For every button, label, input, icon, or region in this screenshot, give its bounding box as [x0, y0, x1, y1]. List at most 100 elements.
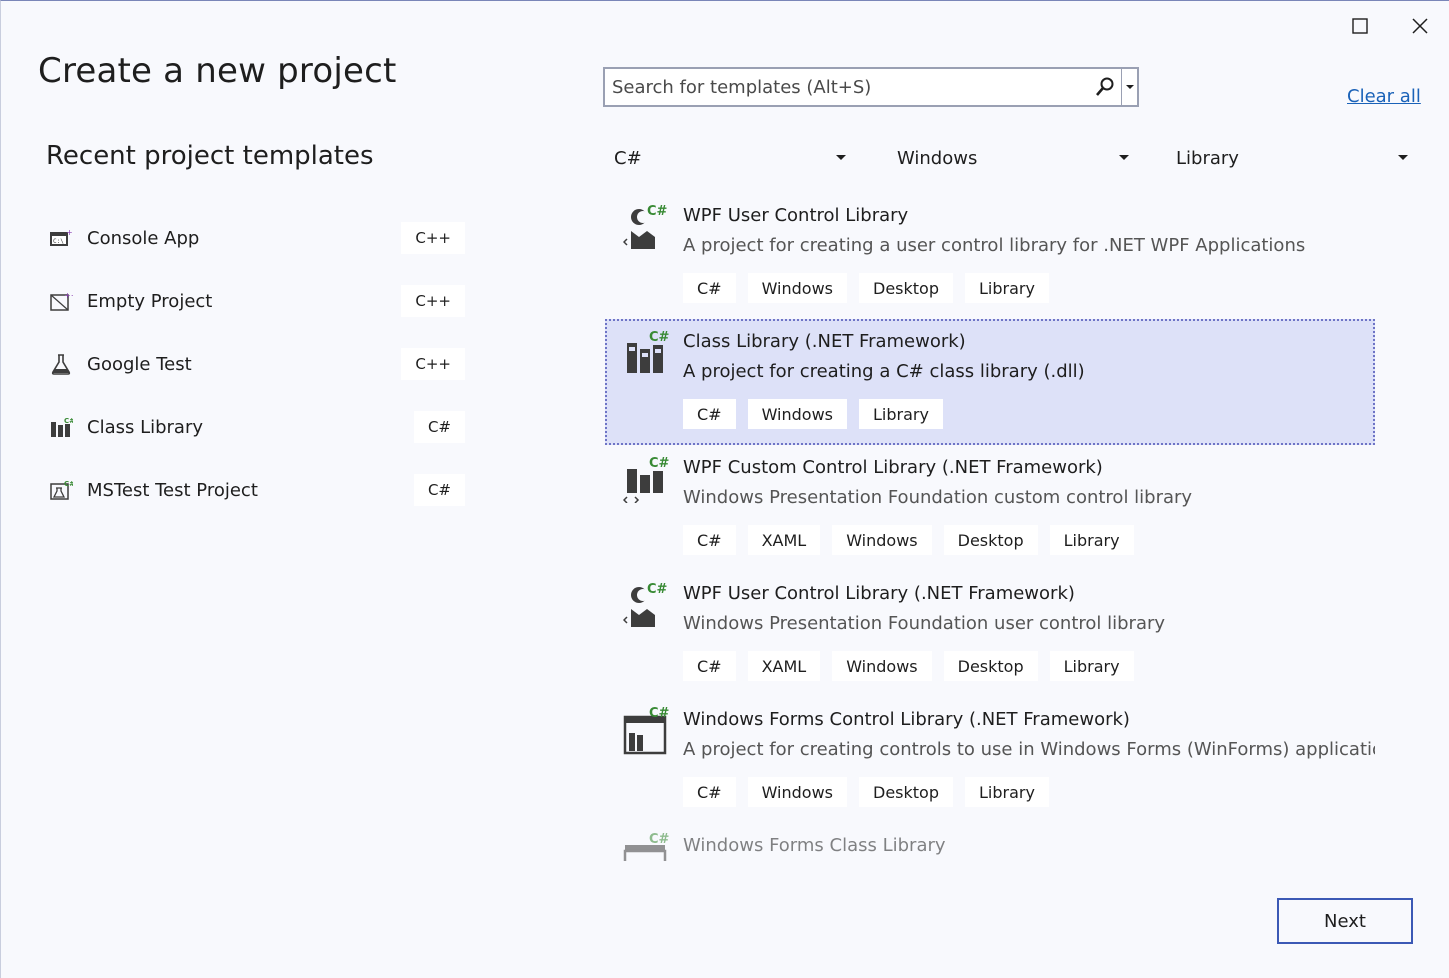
svg-text:C#: C#	[649, 330, 670, 345]
platform-filter[interactable]: Windows	[887, 140, 1137, 176]
template-name: WPF Custom Control Library (.NET Framewo…	[683, 457, 1103, 478]
template-name: WPF User Control Library (.NET Framework…	[683, 583, 1075, 604]
template-description: Windows Presentation Foundation user con…	[683, 613, 1166, 634]
flask-icon	[49, 352, 73, 376]
class-library-icon: C#	[49, 415, 73, 439]
wpf-custom-control-icon: C#	[623, 456, 670, 503]
language-badge: C++	[401, 285, 465, 317]
maximize-button[interactable]	[1337, 3, 1383, 49]
tag: C#	[683, 651, 736, 681]
recent-item-google-test[interactable]: Google Test C++	[45, 338, 469, 390]
recent-item-empty-project[interactable]: ++ Empty Project C++	[45, 275, 469, 327]
next-button[interactable]: Next	[1277, 898, 1413, 944]
wpf-user-control-icon: C#	[623, 582, 668, 627]
tag: Library	[1049, 525, 1134, 555]
winforms-control-icon: C#	[623, 707, 670, 755]
tag: Library	[964, 777, 1049, 807]
language-badge: C++	[401, 348, 465, 380]
tag-list: C# Windows Library	[683, 399, 1375, 429]
chevron-down-icon	[1125, 85, 1134, 89]
template-item[interactable]: C# WPF User Control Library A project fo…	[605, 193, 1375, 319]
language-badge: C#	[413, 474, 465, 506]
svg-text:C#: C#	[647, 204, 668, 219]
template-name: Windows Forms Control Library (.NET Fram…	[683, 709, 1130, 730]
tag-list: C# Windows Desktop Library	[683, 777, 1375, 807]
template-description: A project for creating a user control li…	[683, 235, 1306, 256]
svg-text:C#: C#	[64, 417, 73, 425]
tag-list: C# XAML Windows Desktop Library	[683, 651, 1375, 681]
template-item-selected[interactable]: C# Class Library (.NET Framework) A proj…	[605, 319, 1375, 445]
svg-text:++: ++	[64, 291, 73, 300]
page-title: Create a new project	[38, 51, 397, 91]
tag: Windows	[747, 777, 847, 807]
tag: Windows	[747, 273, 847, 303]
tag: Windows	[747, 399, 847, 429]
search-icon	[1096, 77, 1114, 96]
recent-item-label: Google Test	[87, 353, 192, 375]
svg-text:C#: C#	[649, 456, 670, 471]
tag: Desktop	[943, 651, 1038, 681]
tag: Library	[859, 399, 943, 429]
chevron-down-icon	[1398, 155, 1408, 160]
recent-item-label: Console App	[87, 227, 200, 249]
svg-text:C#: C#	[649, 833, 670, 847]
recent-item-class-library[interactable]: C# Class Library C#	[45, 401, 469, 453]
recent-item-mstest-project[interactable]: C# MSTest Test Project C#	[45, 464, 469, 516]
chevron-down-icon	[836, 155, 846, 160]
template-name: WPF User Control Library	[683, 205, 909, 226]
chevron-down-icon	[1119, 155, 1129, 160]
language-badge: C++	[401, 222, 465, 254]
template-item[interactable]: C# Windows Forms Class Library	[605, 823, 1375, 861]
svg-text:C#: C#	[649, 707, 670, 721]
maximize-icon	[1352, 18, 1368, 34]
tag-list: C# XAML Windows Desktop Library	[683, 525, 1375, 555]
tag: Library	[1049, 651, 1134, 681]
platform-filter-value: Windows	[897, 147, 978, 169]
tag: XAML	[747, 525, 821, 555]
svg-text:++: ++	[66, 228, 73, 237]
search-button[interactable]	[1089, 69, 1121, 105]
close-icon	[1412, 18, 1428, 34]
tag: C#	[683, 273, 736, 303]
template-item[interactable]: C# WPF User Control Library (.NET Framew…	[605, 571, 1375, 697]
project-type-filter[interactable]: Library	[1166, 140, 1416, 176]
recent-item-label: Class Library	[87, 416, 204, 438]
recent-item-console-app[interactable]: C:\++ Console App C++	[45, 212, 469, 264]
svg-text:C:\: C:\	[53, 238, 64, 245]
test-project-icon: C#	[49, 478, 73, 502]
recent-templates-heading: Recent project templates	[46, 141, 374, 171]
template-name: Windows Forms Class Library	[683, 835, 946, 856]
search-options-dropdown[interactable]	[1121, 69, 1137, 105]
tag: XAML	[747, 651, 821, 681]
svg-text:C#: C#	[64, 480, 73, 488]
tag: C#	[683, 525, 736, 555]
language-filter-value: C#	[614, 147, 642, 169]
tag: Windows	[832, 525, 932, 555]
template-item[interactable]: C# WPF Custom Control Library (.NET Fram…	[605, 445, 1375, 571]
class-library-icon: C#	[627, 330, 670, 373]
search-input[interactable]	[605, 69, 1089, 105]
search-box	[603, 67, 1139, 107]
tag: C#	[683, 777, 736, 807]
template-name: Class Library (.NET Framework)	[683, 331, 966, 352]
tag: Desktop	[859, 777, 953, 807]
wpf-user-control-icon: C#	[623, 204, 668, 249]
template-description: Windows Presentation Foundation custom c…	[683, 487, 1193, 508]
language-filter[interactable]: C#	[604, 140, 854, 176]
tag: Windows	[832, 651, 932, 681]
tag: Library	[964, 273, 1049, 303]
template-list[interactable]: C# WPF User Control Library A project fo…	[605, 193, 1375, 861]
tag: Desktop	[859, 273, 953, 303]
winforms-class-library-icon: C#	[623, 833, 670, 861]
svg-text:C#: C#	[647, 582, 668, 597]
console-app-icon: C:\++	[49, 226, 73, 250]
recent-item-label: Empty Project	[87, 290, 213, 312]
language-badge: C#	[413, 411, 465, 443]
template-description: A project for creating a C# class librar…	[683, 361, 1085, 382]
close-button[interactable]	[1397, 3, 1443, 49]
clear-all-link[interactable]: Clear all	[1347, 86, 1421, 107]
template-item[interactable]: C# Windows Forms Control Library (.NET F…	[605, 697, 1375, 823]
tag: C#	[683, 399, 736, 429]
project-type-filter-value: Library	[1176, 147, 1239, 169]
template-description: A project for creating controls to use i…	[683, 739, 1375, 760]
